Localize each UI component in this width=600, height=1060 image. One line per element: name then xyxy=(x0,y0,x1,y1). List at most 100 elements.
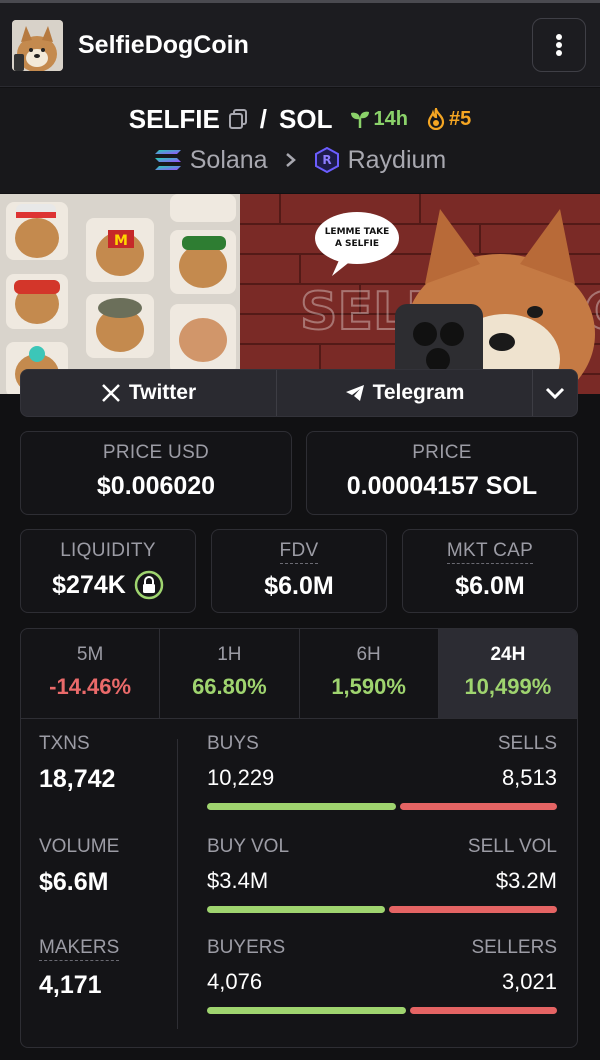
tab-1h-change: 66.80% xyxy=(192,674,267,699)
pair-quote-symbol: SOL xyxy=(279,103,333,134)
txns-value: 18,742 xyxy=(39,765,116,793)
x-twitter-icon xyxy=(101,384,120,402)
sells-label: SELLS xyxy=(497,733,557,754)
buys-value: 10,229 xyxy=(207,765,275,790)
chevron-down-icon xyxy=(545,387,565,400)
dex-name[interactable]: Raydium xyxy=(348,146,447,175)
chain-name[interactable]: Solana xyxy=(190,146,268,175)
liquidity-card: LIQUIDITY $274K xyxy=(20,529,196,613)
raydium-icon: R xyxy=(314,147,339,173)
sell-vol-value: $3.2M xyxy=(495,868,557,893)
copy-icon[interactable] xyxy=(228,108,248,130)
txns-label: TXNS xyxy=(39,733,90,754)
fdv-value: $6.0M xyxy=(264,572,334,600)
volume-buy-bar xyxy=(207,906,385,913)
buy-vol-value: $3.4M xyxy=(207,868,269,893)
makers-ratio-bar xyxy=(207,1007,557,1014)
social-links: Twitter Telegram xyxy=(20,369,578,417)
svg-text:A SELFIE: A SELFIE xyxy=(335,239,379,249)
liquidity-value: $274K xyxy=(52,570,126,599)
stats-divider xyxy=(177,739,178,1029)
volume-split-stat: BUY VOL SELL VOL $3.4M $3.2M xyxy=(207,836,557,913)
svg-text:R: R xyxy=(322,153,331,167)
lock-icon[interactable] xyxy=(134,570,164,600)
twitter-button[interactable]: Twitter xyxy=(21,370,277,416)
volume-ratio-bar xyxy=(207,906,557,913)
makers-stat: MAKERS 4,171 xyxy=(39,937,120,1000)
svg-text:M: M xyxy=(114,233,128,249)
flame-icon xyxy=(427,108,445,130)
buys-sells-stat: BUYS SELLS 10,229 8,513 xyxy=(207,733,557,810)
buys-label: BUYS xyxy=(207,733,259,754)
tab-6h-change: 1,590% xyxy=(331,674,406,699)
svg-text:LEMME TAKE: LEMME TAKE xyxy=(325,227,390,237)
market-cap-label[interactable]: MKT CAP xyxy=(446,540,534,564)
telegram-label: Telegram xyxy=(372,381,465,404)
tab-24h[interactable]: 24H 10,499% xyxy=(438,629,577,718)
pair-info: SELFIE / SOL 14h #5 Solana R Raydium xyxy=(0,88,600,193)
tab-1h-label: 1H xyxy=(217,644,242,665)
trending-rank: #5 xyxy=(426,108,471,131)
price-native-label: PRICE xyxy=(412,442,472,463)
price-usd-label: PRICE USD xyxy=(102,442,210,463)
token-avatar xyxy=(12,20,63,71)
price-usd-card: PRICE USD $0.006020 xyxy=(20,431,292,515)
kebab-menu-button[interactable] xyxy=(532,18,586,72)
fdv-label[interactable]: FDV xyxy=(279,540,319,564)
pair-age-value: 14h xyxy=(373,107,408,130)
seedling-icon xyxy=(351,111,370,128)
token-banner: M SELFIEDOG LEMME TAKE A SELFIE xyxy=(0,194,600,394)
txns-stat: TXNS 18,742 xyxy=(39,733,115,794)
fdv-card: FDV $6.0M xyxy=(211,529,387,613)
tab-5m[interactable]: 5M -14.46% xyxy=(21,629,161,718)
sell-vol-label: SELL VOL xyxy=(467,836,557,857)
tab-1h[interactable]: 1H 66.80% xyxy=(160,629,300,718)
tab-24h-change: 10,499% xyxy=(464,674,552,699)
buyers-sellers-stat: BUYERS SELLERS 4,076 3,021 xyxy=(207,937,557,1014)
kebab-menu-icon xyxy=(556,34,562,56)
telegram-button[interactable]: Telegram xyxy=(277,370,533,416)
twitter-label: Twitter xyxy=(128,381,197,404)
volume-stat: VOLUME $6.6M xyxy=(39,836,119,897)
pair-separator: / xyxy=(259,103,268,134)
makers-sell-bar xyxy=(410,1007,557,1014)
volume-sell-bar xyxy=(389,906,557,913)
market-cap-value: $6.0M xyxy=(455,572,525,600)
app-header: SelfieDogCoin xyxy=(0,3,600,87)
makers-label[interactable]: MAKERS xyxy=(39,937,120,961)
stats-body: TXNS 18,742 VOLUME $6.6M MAKERS 4,171 BU… xyxy=(21,719,577,1047)
sells-value: 8,513 xyxy=(501,765,557,790)
more-links-button[interactable] xyxy=(533,370,577,416)
tab-6h[interactable]: 6H 1,590% xyxy=(300,629,439,718)
trending-rank-value: #5 xyxy=(448,107,472,130)
tab-24h-label: 24H xyxy=(490,644,526,665)
chevron-right-icon xyxy=(285,153,296,167)
solana-icon xyxy=(154,150,181,170)
pair-base-symbol: SELFIE xyxy=(128,103,220,134)
tab-5m-label: 5M xyxy=(76,644,104,665)
market-cap-card: MKT CAP $6.0M xyxy=(402,529,578,613)
telegram-icon xyxy=(345,385,364,401)
txns-buy-bar xyxy=(207,803,396,810)
txns-sell-bar xyxy=(400,803,557,810)
timeframe-stats: 5M -14.46% 1H 66.80% 6H 1,590% 24H 10,49… xyxy=(20,628,578,1048)
price-native-card: PRICE 0.00004157 SOL xyxy=(306,431,578,515)
liquidity-label: LIQUIDITY xyxy=(60,540,156,561)
makers-buy-bar xyxy=(207,1007,406,1014)
tab-6h-label: 6H xyxy=(356,644,381,665)
buyers-value: 4,076 xyxy=(207,969,263,994)
volume-value: $6.6M xyxy=(39,868,109,896)
buyers-label: BUYERS xyxy=(207,937,286,958)
timeframe-tabs: 5M -14.46% 1H 66.80% 6H 1,590% 24H 10,49… xyxy=(21,629,577,719)
sellers-label: SELLERS xyxy=(471,937,557,958)
price-usd-value: $0.006020 xyxy=(96,472,216,500)
volume-label: VOLUME xyxy=(39,836,120,857)
buy-vol-label: BUY VOL xyxy=(207,836,290,857)
pair-age: 14h xyxy=(350,107,408,131)
sellers-value: 3,021 xyxy=(501,969,557,994)
tab-5m-change: -14.46% xyxy=(49,674,132,699)
price-native-value: 0.00004157 SOL xyxy=(346,472,538,500)
app-title: SelfieDogCoin xyxy=(78,31,249,59)
makers-value: 4,171 xyxy=(39,971,102,999)
txns-ratio-bar xyxy=(207,803,557,810)
